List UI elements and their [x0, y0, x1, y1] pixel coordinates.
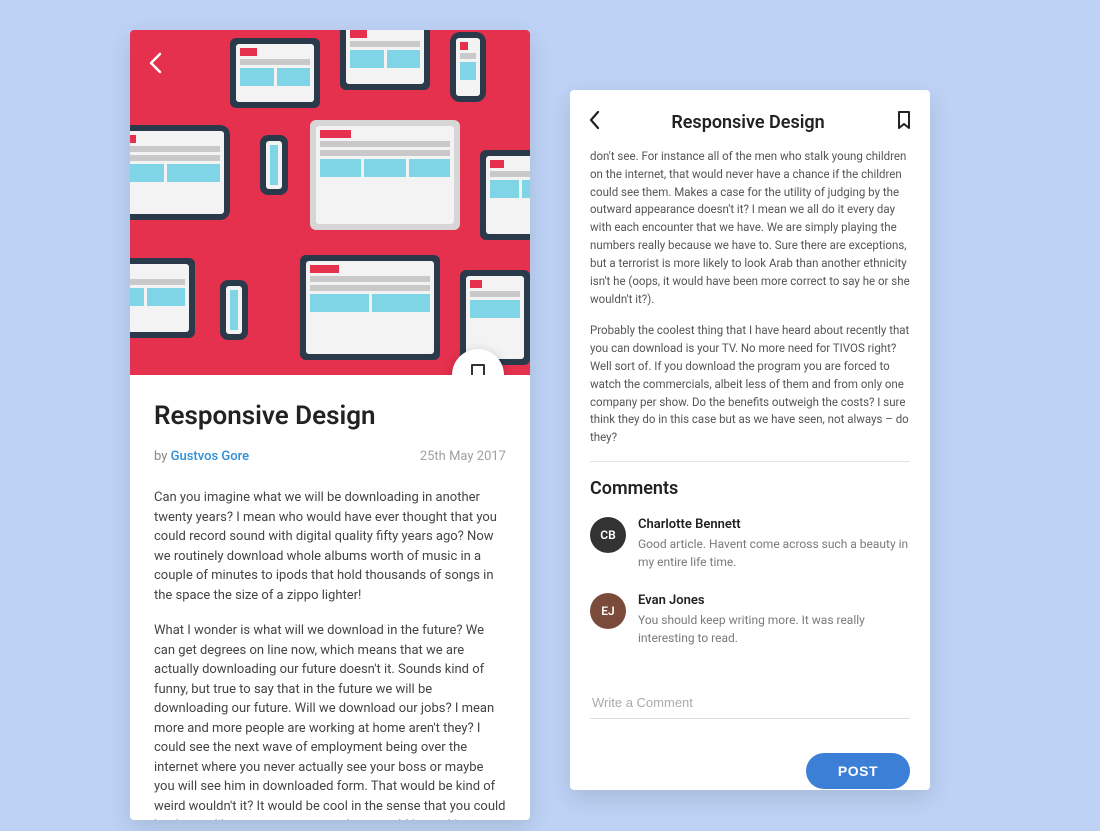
bookmark-icon [468, 363, 488, 375]
author-prefix: by [154, 449, 171, 464]
comment-text: You should keep writing more. It was rea… [638, 611, 910, 647]
article-detail-screen: Responsive Design by Gustvos Gore 25th M… [130, 30, 530, 820]
hero-pattern [130, 30, 530, 375]
hero-image [130, 30, 530, 375]
write-comment-area [590, 687, 910, 719]
author-name: Gustvos Gore [171, 449, 249, 464]
comment-author: Charlotte Bennett [638, 517, 910, 532]
article-body: Can you imagine what we will be download… [154, 488, 506, 820]
comment-item: EJ Evan Jones You should keep writing mo… [590, 593, 910, 647]
comments-title: Comments [590, 478, 910, 499]
avatar[interactable]: CB [590, 517, 626, 553]
comment-input[interactable] [590, 687, 910, 719]
divider [590, 461, 910, 462]
bookmark-button[interactable] [896, 110, 912, 134]
article-content: Responsive Design by Gustvos Gore 25th M… [130, 375, 530, 820]
article-comments-screen: Responsive Design don't see. For instanc… [570, 90, 930, 790]
comment-item: CB Charlotte Bennett Good article. Haven… [590, 517, 910, 571]
article-date: 25th May 2017 [420, 449, 506, 464]
article-title: Responsive Design [154, 401, 506, 431]
article-paragraph: Probably the coolest thing that I have h… [590, 322, 910, 447]
comment-text: Good article. Havent come across such a … [638, 535, 910, 571]
article-paragraph: What I wonder is what will we download i… [154, 621, 506, 820]
article-meta: by Gustvos Gore 25th May 2017 [154, 449, 506, 464]
header-title: Responsive Design [671, 112, 824, 133]
back-button[interactable] [148, 52, 162, 78]
bookmark-icon [896, 110, 912, 130]
comment-body: Charlotte Bennett Good article. Havent c… [638, 517, 910, 571]
post-button[interactable]: POST [806, 753, 910, 789]
comment-author: Evan Jones [638, 593, 910, 608]
article-paragraph: Can you imagine what we will be download… [154, 488, 506, 605]
article-paragraph: don't see. For instance all of the men w… [590, 148, 910, 308]
back-button[interactable] [588, 110, 600, 134]
comment-body: Evan Jones You should keep writing more.… [638, 593, 910, 647]
post-row: POST [590, 753, 910, 789]
content: don't see. For instance all of the men w… [570, 148, 930, 789]
header: Responsive Design [570, 90, 930, 148]
article-author[interactable]: by Gustvos Gore [154, 449, 249, 464]
avatar[interactable]: EJ [590, 593, 626, 629]
